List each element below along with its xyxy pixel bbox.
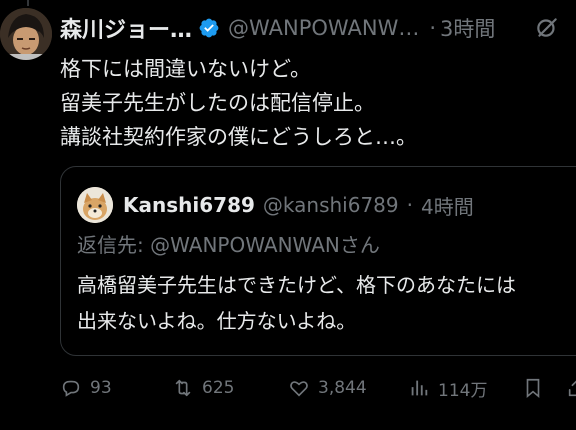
quoted-post[interactable]: Kanshi6789 @kanshi6789 · 4時間 返信先: @WANPO… xyxy=(60,166,576,356)
post-text-line: 格下には間違いないけど。 xyxy=(60,57,311,81)
share-icon xyxy=(568,380,576,397)
post-header: 森川ジョー… @WANPOWANW… · 3時間 xyxy=(60,12,576,44)
repost-icon xyxy=(175,379,191,397)
quoted-post-body: 高橋留美子先生はできたけど、格下のあなたには 出来ないよね。仕方ないよね。 xyxy=(77,267,516,339)
bookmark-button[interactable] xyxy=(522,372,552,404)
quoted-post-timestamp[interactable]: 4時間 xyxy=(421,191,474,220)
quoted-author-avatar[interactable] xyxy=(77,187,113,223)
views-button[interactable]: 114万 xyxy=(408,372,487,404)
thread-line xyxy=(27,0,29,6)
quoted-text-line: 高橋留美子先生はできたけど、格下のあなたには xyxy=(77,273,516,297)
author-display-name[interactable]: 森川ジョー… xyxy=(60,12,192,44)
separator-dot: · xyxy=(429,16,437,40)
views-icon xyxy=(411,380,428,396)
post-actions: 93 625 3,844 114万 xyxy=(60,372,576,404)
quoted-post-header: Kanshi6789 @kanshi6789 · 4時間 xyxy=(123,187,474,223)
author-avatar[interactable] xyxy=(0,8,52,60)
quoted-author-handle[interactable]: @kanshi6789 xyxy=(263,193,399,217)
quoted-author-name[interactable]: Kanshi6789 xyxy=(123,193,255,217)
like-icon xyxy=(290,381,308,397)
repost-count: 625 xyxy=(202,378,235,398)
reply-icon xyxy=(62,380,80,397)
views-count: 114万 xyxy=(438,380,488,401)
share-button[interactable] xyxy=(566,372,576,404)
verified-badge-icon[interactable] xyxy=(198,17,220,39)
grok-icon[interactable] xyxy=(534,14,560,40)
repost-button[interactable]: 625 xyxy=(172,372,234,404)
author-handle[interactable]: @WANPOWANW… xyxy=(228,16,419,40)
like-count: 3,844 xyxy=(318,378,367,398)
post-text-line: 留美子先生がしたのは配信停止。 xyxy=(60,91,375,115)
post-body: 格下には間違いないけど。 留美子先生がしたのは配信停止。 講談社契約作家の僕にど… xyxy=(60,52,566,154)
post-timestamp[interactable]: 3時間 xyxy=(440,13,495,43)
bookmark-icon xyxy=(526,378,540,399)
post-text-line: 講談社契約作家の僕にどうしろと…。 xyxy=(60,125,417,149)
reply-to-label: 返信先: @WANPOWANWANさん xyxy=(77,233,380,257)
reply-count: 93 xyxy=(90,378,112,398)
like-button[interactable]: 3,844 xyxy=(288,372,367,404)
quoted-text-line: 出来ないよね。仕方ないよね。 xyxy=(77,309,357,333)
reply-button[interactable]: 93 xyxy=(60,372,112,404)
separator-dot: · xyxy=(406,193,413,217)
